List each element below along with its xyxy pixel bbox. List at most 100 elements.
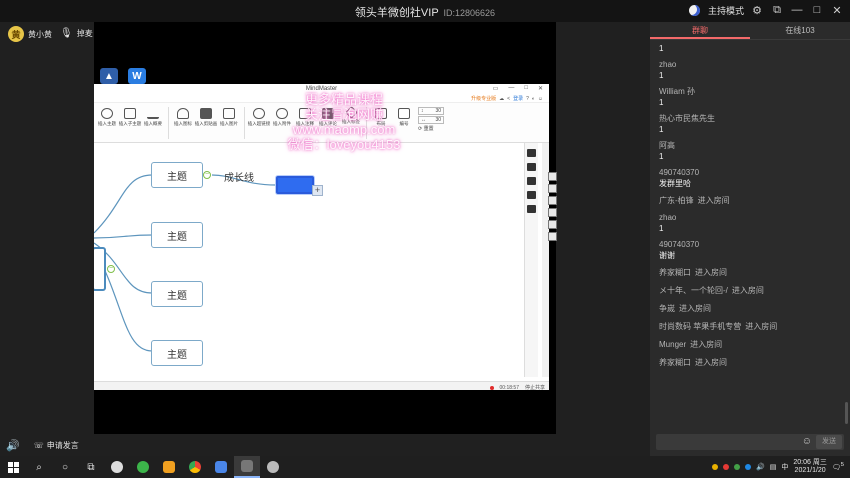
restore-icon[interactable]: ▭	[493, 85, 499, 92]
chat-username[interactable]: William 孙	[659, 87, 841, 97]
insert-topic-button[interactable]: 插入主题	[96, 105, 118, 127]
insert-image-button[interactable]: 插入图片	[218, 105, 240, 127]
request-speak-button[interactable]: ☏ 申请发言	[34, 440, 79, 451]
insert-summary-button[interactable]: 插入概要	[142, 105, 164, 127]
cloud-icon[interactable]: ☁	[499, 96, 504, 102]
taskbar-app-icon[interactable]	[130, 456, 156, 478]
stop-share-button[interactable]: 停止共享	[525, 384, 545, 391]
spacing-stepper-1[interactable]: ↕ 30	[418, 107, 444, 115]
spacing-stepper-2[interactable]: ↔ 30	[418, 116, 444, 124]
maximize-icon[interactable]: □	[524, 85, 528, 92]
topic-node[interactable]: 主题	[151, 222, 203, 248]
chat-username[interactable]: 490740370	[659, 240, 841, 250]
emoji-icon[interactable]: ☺	[538, 96, 543, 102]
chat-username[interactable]: 养家糊口	[659, 358, 691, 367]
speaker-icon[interactable]: 🔊	[6, 439, 20, 452]
insert-clipart-button[interactable]: 插入剪贴画	[195, 105, 217, 127]
reset-button[interactable]: ⟳ 重置	[418, 125, 444, 132]
tray-app-icon[interactable]	[734, 464, 741, 470]
share-icon[interactable]: <	[507, 96, 510, 102]
chat-input[interactable]: ☺ 发送	[656, 434, 844, 450]
tool-icon[interactable]	[548, 172, 557, 181]
topic-node[interactable]: 主题	[151, 281, 203, 307]
insert-attachment-button[interactable]: 插入附件	[271, 105, 293, 127]
taskbar-app-icon[interactable]	[260, 456, 286, 478]
host-mode-label[interactable]: 主持模式	[708, 4, 744, 17]
taskbar-app-icon[interactable]	[156, 456, 182, 478]
outline-icon[interactable]	[527, 163, 536, 171]
chat-scrollbar[interactable]	[845, 402, 848, 424]
mindmaster-taskbar-icon[interactable]	[208, 456, 234, 478]
topic-node[interactable]: 主题	[151, 340, 203, 366]
layout-button[interactable]: 布局	[370, 105, 392, 127]
tray-app-icon[interactable]	[723, 464, 730, 470]
chat-username[interactable]: zhao	[659, 213, 841, 223]
host-mode-icon[interactable]	[688, 3, 702, 17]
chrome-icon[interactable]	[182, 456, 208, 478]
add-subtopic-icon[interactable]: +	[312, 185, 323, 196]
pip-icon[interactable]: ⧉	[770, 3, 784, 17]
search-icon[interactable]: ⌕	[26, 456, 52, 478]
icon-panel-icon[interactable]	[527, 177, 536, 185]
floating-topic-label[interactable]: 成长线	[224, 169, 254, 184]
collapse-toggle[interactable]: −	[203, 171, 211, 179]
upgrade-link[interactable]: 升级专业版	[471, 95, 496, 102]
minimize-button[interactable]: —	[790, 3, 804, 17]
theme-icon[interactable]: ◐	[532, 96, 535, 102]
chat-username[interactable]: 热心市民焦先生	[659, 114, 841, 124]
tray-app-icon[interactable]	[712, 464, 719, 470]
chat-username[interactable]: zhao	[659, 60, 841, 70]
close-button[interactable]: ✕	[830, 3, 844, 17]
start-button[interactable]	[0, 456, 26, 478]
root-topic[interactable]	[94, 247, 106, 291]
numbering-button[interactable]: 编号	[393, 105, 415, 127]
volume-icon[interactable]: 🔊	[756, 463, 765, 471]
user-chip-mic[interactable]: 🎙 掉麦	[60, 28, 93, 39]
user-chip-host[interactable]: 黄 黄小黄	[8, 26, 52, 42]
notification-icon[interactable]: 🗨5	[832, 462, 844, 471]
chat-username[interactable]: Munger	[659, 340, 686, 349]
tray-app-icon[interactable]	[745, 464, 752, 470]
chat-username[interactable]: メ十年、一个轮回-/	[659, 286, 728, 295]
selected-subtopic[interactable]	[276, 176, 314, 194]
chat-username[interactable]: 阿高	[659, 141, 841, 151]
task-icon[interactable]	[527, 205, 536, 213]
insert-hyperlink-button[interactable]: 插入超链接	[248, 105, 270, 127]
tab-group-chat[interactable]: 群聊	[650, 22, 750, 39]
settings-icon[interactable]: ⚙	[750, 3, 764, 17]
chat-username[interactable]: 争嵗	[659, 304, 675, 313]
send-button[interactable]: 发送	[816, 435, 842, 449]
tab-online[interactable]: 在线103	[750, 22, 850, 39]
insert-tag-button[interactable]: 插入标签	[340, 105, 362, 125]
collapse-toggle[interactable]: −	[107, 265, 115, 273]
live-app-taskbar-icon[interactable]	[234, 456, 260, 478]
chat-username[interactable]: 广东-柏锋	[659, 196, 694, 205]
network-icon[interactable]: ▤	[770, 463, 777, 471]
login-link[interactable]: 登录	[513, 95, 523, 102]
task-view-icon[interactable]: ⧉	[78, 456, 104, 478]
tool-icon[interactable]	[548, 184, 557, 193]
insert-icon-button[interactable]: 插入图标	[172, 105, 194, 127]
taskbar-app-icon[interactable]	[104, 456, 130, 478]
chat-username[interactable]: 养家糊口	[659, 268, 691, 277]
chat-message-list[interactable]: 1 zhao 1 William 孙 1 热心市民焦先生 1 阿高 1 490740370 发群里哈…	[650, 40, 850, 426]
tool-icon[interactable]	[548, 208, 557, 217]
topic-node[interactable]: 主题	[151, 162, 203, 188]
tool-icon[interactable]	[548, 220, 557, 229]
help-icon[interactable]: ?	[526, 96, 529, 102]
tool-icon[interactable]	[548, 232, 557, 241]
format-icon[interactable]	[527, 149, 536, 157]
chat-username[interactable]: 时尚数码 苹果手机专营	[659, 322, 741, 331]
clipart-icon[interactable]	[527, 191, 536, 199]
emoji-icon[interactable]: ☺	[802, 436, 812, 447]
maximize-button[interactable]: □	[810, 3, 824, 17]
clock[interactable]: 20:06 周三 2021/1/20	[793, 459, 826, 475]
insert-comment-button[interactable]: 插入评论	[317, 105, 339, 127]
input-language[interactable]: 中	[781, 462, 788, 472]
chat-username[interactable]: 490740370	[659, 168, 841, 178]
insert-subtopic-button[interactable]: 插入子主题	[119, 105, 141, 127]
minimize-icon[interactable]: —	[508, 85, 514, 92]
insert-note-button[interactable]: 插入注释	[294, 105, 316, 127]
mindmap-canvas[interactable]: − 主题 主题 主题 主题 − 成长线 +	[94, 143, 549, 377]
cortana-icon[interactable]: ○	[52, 456, 78, 478]
